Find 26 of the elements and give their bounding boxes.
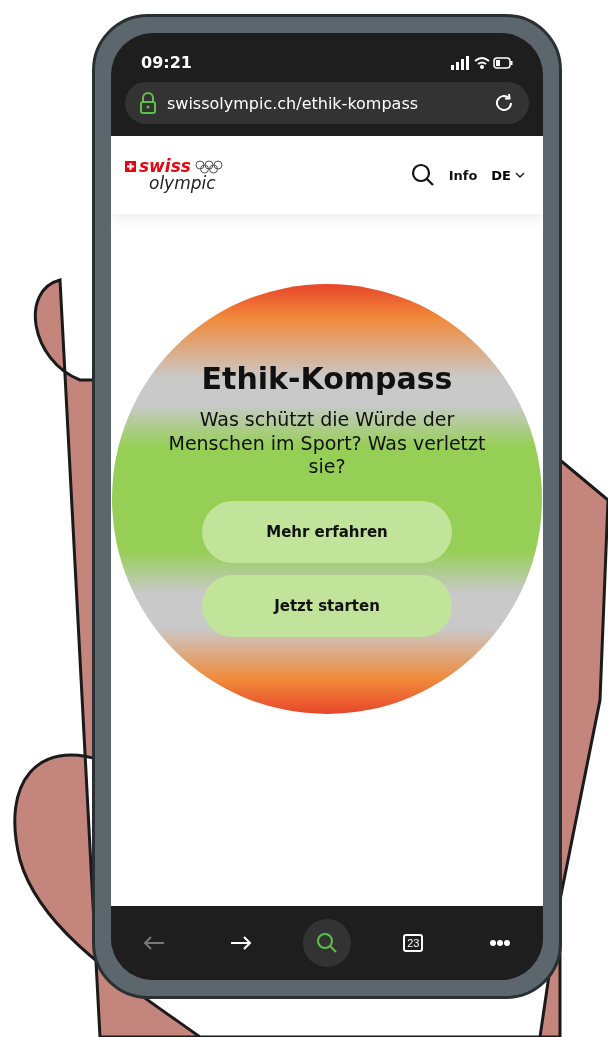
nav-link[interactable]: Info	[448, 167, 478, 183]
battery-icon	[493, 56, 513, 69]
hero-subtitle: Was schützt die Würde der Menschen im Sport? Was verletzt sie?	[167, 407, 487, 480]
swiss-cross-icon	[125, 161, 136, 172]
more-icon	[488, 939, 511, 947]
hero-title: Ethik-Kompass	[201, 360, 453, 396]
arrow-right-icon	[229, 935, 252, 951]
reload-icon[interactable]	[493, 92, 515, 114]
wifi-icon	[474, 56, 490, 69]
address-bar[interactable]: swissolympic.ch/ethik-kompass	[125, 82, 529, 124]
search-button[interactable]	[302, 919, 351, 967]
tabs-button[interactable]: 23	[389, 919, 438, 967]
signal-icon	[451, 55, 469, 70]
status-time: 09:21	[141, 53, 192, 72]
hero-button[interactable]: Jetzt starten	[202, 575, 452, 638]
lock-icon	[139, 92, 157, 114]
chevron-down-icon	[515, 172, 525, 178]
hero-button[interactable]: Mehr erfahren	[202, 501, 452, 564]
arrow-left-icon	[143, 935, 166, 951]
rings-icon	[193, 159, 224, 174]
url-text: swissolympic.ch/ethik-kompass	[167, 93, 420, 113]
language-dropdown[interactable]: DE	[491, 167, 525, 183]
search-icon[interactable]	[410, 163, 435, 187]
logo-text: swiss	[139, 158, 191, 175]
logo-text: olympic	[149, 175, 217, 192]
search-icon	[315, 932, 338, 954]
